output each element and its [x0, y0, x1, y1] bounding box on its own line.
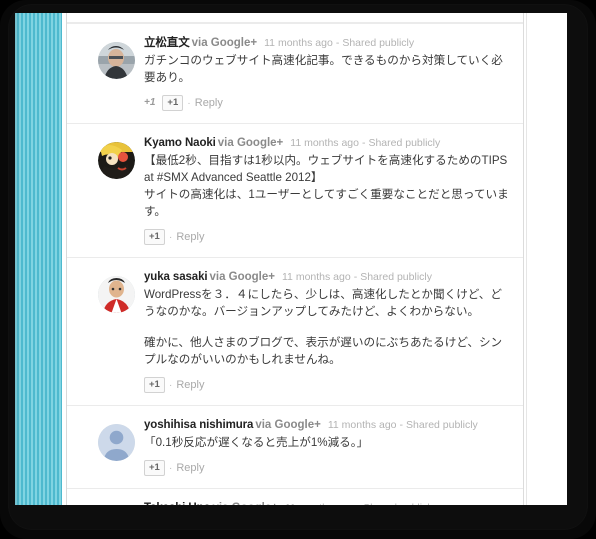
plus-one-count: +1: [144, 97, 156, 108]
comment-item: 立松直文 via Google+ 11 months ago - Shared publ…: [67, 23, 523, 123]
comment-text: 「0.1秒反応が遅くなると売上が1%減る。」: [144, 436, 369, 449]
comment-time: 11 months ago: [285, 502, 354, 505]
meta-separator: -: [353, 271, 358, 283]
avatar[interactable]: [98, 42, 135, 79]
reply-link[interactable]: Reply: [195, 97, 223, 109]
meta-separator: -: [361, 137, 366, 149]
comment-text: WordPressを３．４にしたら、少しは、高速化したとか聞くけど、どうなのかな…: [144, 288, 502, 318]
comment-body: Takashi Unovia Google+ 11 months ago-Shar…: [144, 500, 509, 505]
comment-author[interactable]: 立松直文: [144, 37, 190, 49]
comment-body: 立松直文 via Google+ 11 months ago - Shared publ…: [144, 35, 509, 111]
meta-separator: -: [399, 419, 404, 431]
comment-actions: +1 · Reply: [144, 229, 509, 245]
comment-source: via Google+: [212, 502, 278, 505]
avatar-default-person-silhouette: [98, 424, 135, 461]
comment-time: 11 months ago: [282, 271, 351, 283]
comment-source: via Google+: [191, 37, 258, 49]
comment-author[interactable]: yuka sasaki: [144, 271, 208, 283]
plus-one-button[interactable]: +1: [144, 377, 165, 393]
comment-source: via Google+: [255, 419, 321, 431]
comment-body: Kyamo Naoki via Google+ 11 months ago - Shar…: [144, 135, 509, 245]
comment-actions: +1 +1 · Reply: [144, 95, 509, 111]
stripe-inner-shadow: [15, 13, 21, 505]
comment-meta: yoshihisa nishimura via Google+ 11 months …: [144, 417, 509, 432]
meta-separator: -: [335, 37, 340, 49]
comment-author[interactable]: Takashi Uno: [144, 502, 211, 505]
comment-text: ガチンコのウェブサイト高速化記事。できるものから対策していく必要あり。: [144, 54, 503, 84]
comment-visibility: Shared publicly: [363, 502, 435, 505]
striped-sidebar-decoration: [15, 13, 62, 505]
comment-visibility: Shared publicly: [360, 271, 432, 283]
comment-source: via Google+: [209, 271, 275, 283]
plus-one-button[interactable]: +1: [144, 460, 165, 476]
comment-visibility: Shared publicly: [368, 137, 441, 149]
comment-visibility: Shared publicly: [342, 37, 415, 49]
comment-text: 【最低2秒、目指すは1秒以内。ウェブサイトを高速化するためのTIPS at #S…: [144, 154, 508, 184]
plus-one-button[interactable]: +1: [162, 95, 184, 111]
action-separator: ·: [168, 379, 173, 391]
comment-actions: +1 · Reply: [144, 377, 509, 393]
reply-link[interactable]: Reply: [176, 462, 204, 474]
comment-body: yoshihisa nishimura via Google+ 11 months …: [144, 417, 509, 476]
comment-body: yuka sasaki via Google+ 11 months ago - Shar…: [144, 269, 509, 393]
comment-actions: +1 · Reply: [144, 460, 509, 476]
avatar-photo-red-jacket: [98, 276, 135, 313]
screen-viewport: 立松直文 via Google+ 11 months ago - Shared publ…: [15, 13, 567, 505]
action-separator: ·: [168, 462, 173, 474]
comment-item: Kyamo Naoki via Google+ 11 months ago - Shar…: [67, 123, 523, 257]
comment-text: 確かに、他人さまのブログで、表示が遅いのにぶちあたるけど、シンプルなのがいいのか…: [144, 336, 503, 366]
comment-meta: Kyamo Naoki via Google+ 11 months ago - Shar…: [144, 135, 509, 150]
right-column-rule-secondary: [526, 13, 527, 505]
avatar[interactable]: [98, 276, 135, 313]
avatar[interactable]: [98, 142, 135, 179]
comment-item: Takashi Unovia Google+ 11 months ago-Shar…: [67, 488, 523, 505]
device-frame: 立松直文 via Google+ 11 months ago - Shared publ…: [0, 0, 596, 539]
meta-separator: -: [357, 502, 361, 505]
comment-list: 立松直文 via Google+ 11 months ago - Shared publ…: [67, 13, 523, 505]
comment-time: 11 months ago: [264, 37, 333, 49]
action-separator: ·: [168, 231, 173, 243]
action-separator: ·: [187, 97, 191, 109]
comment-meta: Takashi Unovia Google+ 11 months ago-Shar…: [144, 500, 509, 505]
reply-link[interactable]: Reply: [176, 231, 204, 243]
comment-meta: 立松直文 via Google+ 11 months ago - Shared publ…: [144, 35, 509, 50]
comment-item: yoshihisa nishimura via Google+ 11 months …: [67, 405, 523, 488]
comment-author[interactable]: yoshihisa nishimura: [144, 419, 253, 431]
avatar-photo-colorful-mask: [98, 142, 135, 179]
avatar-photo-man-glasses: [98, 42, 135, 79]
comment-meta: yuka sasaki via Google+ 11 months ago - Shar…: [144, 269, 509, 284]
comment-visibility: Shared publicly: [406, 419, 478, 431]
comment-time: 11 months ago: [290, 137, 359, 149]
comment-text: サイトの高速化は、1ユーザーとしてすごく重要なことだと思っています。: [144, 188, 509, 218]
plus-one-button[interactable]: +1: [144, 229, 165, 245]
comment-author[interactable]: Kyamo Naoki: [144, 137, 216, 149]
avatar[interactable]: [98, 424, 135, 461]
right-column-rule: [523, 13, 524, 505]
reply-link[interactable]: Reply: [176, 379, 204, 391]
comment-source: via Google+: [217, 137, 284, 149]
list-top-spacer: [67, 13, 523, 23]
comment-item: yuka sasaki via Google+ 11 months ago - Shar…: [67, 257, 523, 405]
comment-time: 11 months ago: [327, 419, 397, 431]
